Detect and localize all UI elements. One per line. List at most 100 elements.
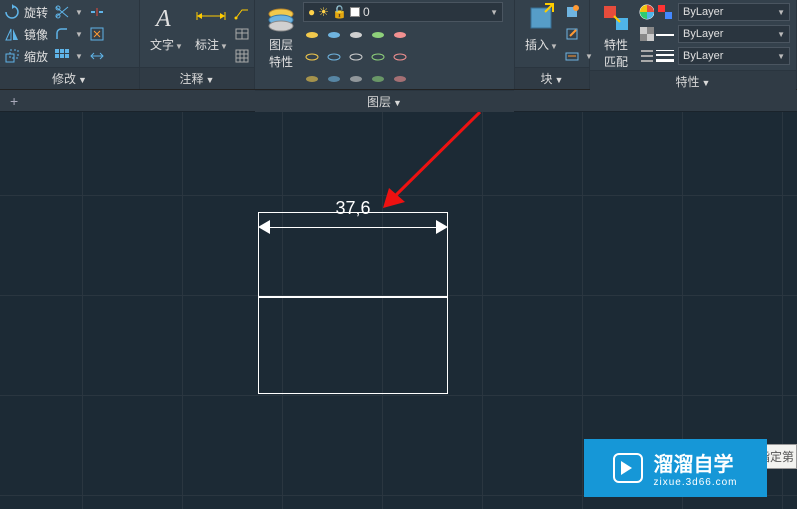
dimension-button[interactable]: 标注▼ xyxy=(189,2,234,53)
drawing-canvas[interactable]: 37,6 或指定第 溜溜自学 zixue.3d66.com xyxy=(0,112,797,509)
edit-attr-icon xyxy=(564,48,580,64)
layer-tool[interactable] xyxy=(391,70,409,88)
panel-title-modify[interactable]: 修改▼ xyxy=(0,67,139,89)
modify-tool-1[interactable] xyxy=(89,2,105,22)
layer-tool[interactable] xyxy=(325,26,343,44)
transparency-icon xyxy=(638,26,654,42)
list-icon xyxy=(638,48,654,64)
dropdown-icon: ▼ xyxy=(490,8,498,17)
trim-icon xyxy=(54,4,70,20)
panel-title-annotate[interactable]: 注释▼ xyxy=(140,67,254,89)
layer-properties-button[interactable]: 图层 特性 xyxy=(259,2,303,70)
stretch-icon xyxy=(89,48,105,64)
array-button[interactable]: ▼ xyxy=(54,46,83,66)
transparency-button[interactable] xyxy=(638,24,654,44)
insert-button[interactable]: 插入▼ xyxy=(519,2,564,53)
layer-selector[interactable]: ● ☀ 🔓 0 ▼ xyxy=(303,2,503,22)
watermark: 溜溜自学 zixue.3d66.com xyxy=(584,439,767,497)
color-wheel-button[interactable] xyxy=(638,2,654,22)
scale-button[interactable]: 缩放 xyxy=(4,46,48,66)
watermark-title: 溜溜自学 xyxy=(653,448,737,477)
join-icon xyxy=(89,26,105,42)
match-props-icon xyxy=(600,2,632,34)
lineweight-select[interactable]: ByLayer▼ xyxy=(678,47,790,65)
layer-tool[interactable] xyxy=(347,48,365,66)
layer-tool[interactable] xyxy=(391,48,409,66)
layer-tool[interactable] xyxy=(303,70,321,88)
layer-tool[interactable] xyxy=(347,26,365,44)
modify-tool-2[interactable] xyxy=(89,24,105,44)
fillet-button[interactable]: ▼ xyxy=(54,24,83,44)
layer-tool[interactable] xyxy=(391,26,409,44)
list-button[interactable] xyxy=(638,46,654,66)
layer-tool[interactable] xyxy=(369,70,387,88)
chevron-down-icon: ▼ xyxy=(393,98,402,108)
edit-attr-button[interactable]: ▼ xyxy=(564,46,593,66)
leader-icon xyxy=(234,4,250,20)
layer-name: 0 xyxy=(363,5,370,19)
rotate-button[interactable]: 旋转 xyxy=(4,2,48,22)
rectangle-bottom xyxy=(258,297,448,394)
create-block-button[interactable] xyxy=(564,2,593,22)
scale-icon xyxy=(4,48,20,64)
dropdown-icon: ▼ xyxy=(75,30,83,39)
layer-tool[interactable] xyxy=(325,70,343,88)
layer-tool[interactable] xyxy=(303,48,321,66)
color-wheel-icon xyxy=(638,4,654,20)
watermark-url: zixue.3d66.com xyxy=(653,477,737,488)
panel-title-layer[interactable]: 图层▼ xyxy=(255,90,514,112)
insert-icon xyxy=(525,2,557,34)
text-icon: A xyxy=(150,2,182,34)
edit-block-button[interactable] xyxy=(564,24,593,44)
leader-button[interactable] xyxy=(234,2,250,22)
new-tab-button[interactable]: + xyxy=(6,93,22,109)
panel-title-properties[interactable]: 特性▼ xyxy=(590,70,796,92)
svg-text:A: A xyxy=(154,6,171,32)
linetype-icon xyxy=(656,25,674,43)
layer-tool[interactable] xyxy=(369,26,387,44)
trim-button[interactable]: ▼ xyxy=(54,2,83,22)
panel-title-block[interactable]: 块▼ xyxy=(515,67,589,89)
dropdown-icon: ▼ xyxy=(75,52,83,61)
layer-tool[interactable] xyxy=(347,70,365,88)
play-icon xyxy=(613,453,643,483)
match-props-button[interactable]: 特性 匹配 xyxy=(594,2,638,70)
sun-icon: ☀ xyxy=(318,5,329,19)
linetype-select[interactable]: ByLayer▼ xyxy=(678,25,790,43)
table-button[interactable] xyxy=(234,24,250,44)
panel-modify: 旋转 镜像 缩放 xyxy=(0,0,140,89)
rectangle-top xyxy=(258,212,448,297)
lightbulb-icon: ● xyxy=(308,5,315,19)
chevron-down-icon: ▼ xyxy=(702,78,711,88)
panel-layer: 图层 特性 ● ☀ 🔓 0 ▼ xyxy=(255,0,515,89)
fillet-icon xyxy=(54,26,70,42)
dimension-icon xyxy=(195,2,227,34)
chevron-down-icon: ▼ xyxy=(78,75,87,85)
lineweight-icon xyxy=(656,47,674,65)
grid-icon xyxy=(234,48,250,64)
layer-properties-icon xyxy=(265,2,297,34)
layer-tool[interactable] xyxy=(369,48,387,66)
text-button[interactable]: A 文字▼ xyxy=(144,2,189,53)
dropdown-icon: ▼ xyxy=(75,8,83,17)
color-swatch-icon xyxy=(656,3,674,21)
ribbon: 旋转 镜像 缩放 xyxy=(0,0,797,90)
split-icon xyxy=(89,4,105,20)
array-icon xyxy=(54,48,70,64)
mirror-button[interactable]: 镜像 xyxy=(4,24,48,44)
layer-tool[interactable] xyxy=(303,26,321,44)
panel-block: 插入▼ ▼ 块▼ xyxy=(515,0,590,89)
chevron-down-icon: ▼ xyxy=(555,75,564,85)
edit-block-icon xyxy=(564,26,580,42)
color-swatch xyxy=(350,7,360,17)
chevron-down-icon: ▼ xyxy=(206,75,215,85)
lock-icon: 🔓 xyxy=(332,5,347,19)
layer-tools-grid xyxy=(303,26,503,90)
modify-tool-3[interactable] xyxy=(89,46,105,66)
layer-tool[interactable] xyxy=(325,48,343,66)
color-select[interactable]: ByLayer▼ xyxy=(678,3,790,21)
rotate-icon xyxy=(4,4,20,20)
panel-annotate: A 文字▼ 标注▼ 注释▼ xyxy=(140,0,255,89)
table-icon xyxy=(234,26,250,42)
table2-button[interactable] xyxy=(234,46,250,66)
